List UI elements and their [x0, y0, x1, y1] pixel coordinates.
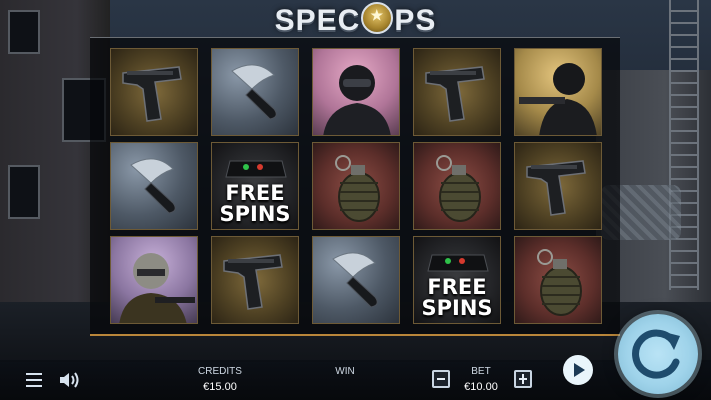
bet-value: €10.00	[464, 381, 498, 393]
grenade-icon	[537, 249, 582, 316]
reel-symbol-grenade	[312, 142, 400, 230]
reel-symbol-pistol	[514, 142, 602, 230]
star-emblem-icon	[361, 2, 394, 34]
reel-grid: FREE SPINS FREE SPINS	[110, 48, 602, 324]
pistol-icon	[425, 66, 485, 122]
reel-frame: FREE SPINS FREE SPINS	[90, 37, 620, 336]
win-label: WIN	[335, 366, 355, 377]
pistol-icon	[223, 254, 283, 310]
bet-increase-button[interactable]	[514, 370, 532, 388]
background-window	[8, 165, 40, 219]
free-spins-text-line1: FREE	[427, 275, 487, 299]
autoplay-button[interactable]	[563, 355, 593, 385]
bet-decrease-button[interactable]	[432, 370, 450, 388]
reel-symbol-knife	[211, 48, 299, 136]
reel-symbol-knife	[110, 142, 198, 230]
karambit-knife-icon	[231, 64, 277, 120]
refresh-icon	[632, 329, 680, 379]
reel-symbol-knife	[312, 236, 400, 324]
logo-text-right: PS	[394, 4, 437, 37]
reel-symbol-soldier-masked	[312, 48, 400, 136]
bottom-control-bar: CREDITS €15.00 WIN BET €10.00	[0, 360, 711, 400]
masked-soldier-icon	[323, 65, 391, 135]
karambit-knife-icon	[130, 158, 176, 214]
pistol-icon	[526, 160, 586, 216]
credits-value: €15.00	[203, 381, 237, 393]
logo-text-left: SPEC	[274, 4, 361, 37]
spin-button[interactable]	[618, 314, 698, 394]
reel-symbol-pistol	[413, 48, 501, 136]
reel-symbol-soldier-rifle	[514, 48, 602, 136]
reel-symbol-grenade	[514, 236, 602, 324]
reel-symbol-soldier-helmet	[110, 236, 198, 324]
grenade-icon	[436, 155, 481, 222]
reel-symbol-pistol	[211, 236, 299, 324]
game-logo: SPEC PS	[0, 2, 711, 38]
karambit-knife-icon	[332, 252, 378, 308]
background-fire-escape	[669, 0, 699, 290]
helmet-soldier-icon	[119, 253, 195, 323]
free-spins-text-line1: FREE	[225, 181, 285, 205]
bet-label: BET	[471, 366, 491, 377]
credits-label: CREDITS	[198, 366, 242, 377]
reel-symbol-grenade	[413, 142, 501, 230]
reel-symbol-free-spins: FREE SPINS	[413, 236, 501, 324]
reel-symbol-free-spins: FREE SPINS	[211, 142, 299, 230]
pistol-icon	[122, 66, 182, 122]
reel-symbol-pistol	[110, 48, 198, 136]
menu-icon[interactable]	[26, 373, 42, 387]
free-spins-text-line2: SPINS	[421, 296, 493, 320]
free-spins-text-line2: SPINS	[219, 202, 291, 226]
grenade-icon	[335, 155, 380, 222]
sound-icon[interactable]	[59, 371, 81, 389]
rifle-soldier-icon	[519, 63, 597, 135]
